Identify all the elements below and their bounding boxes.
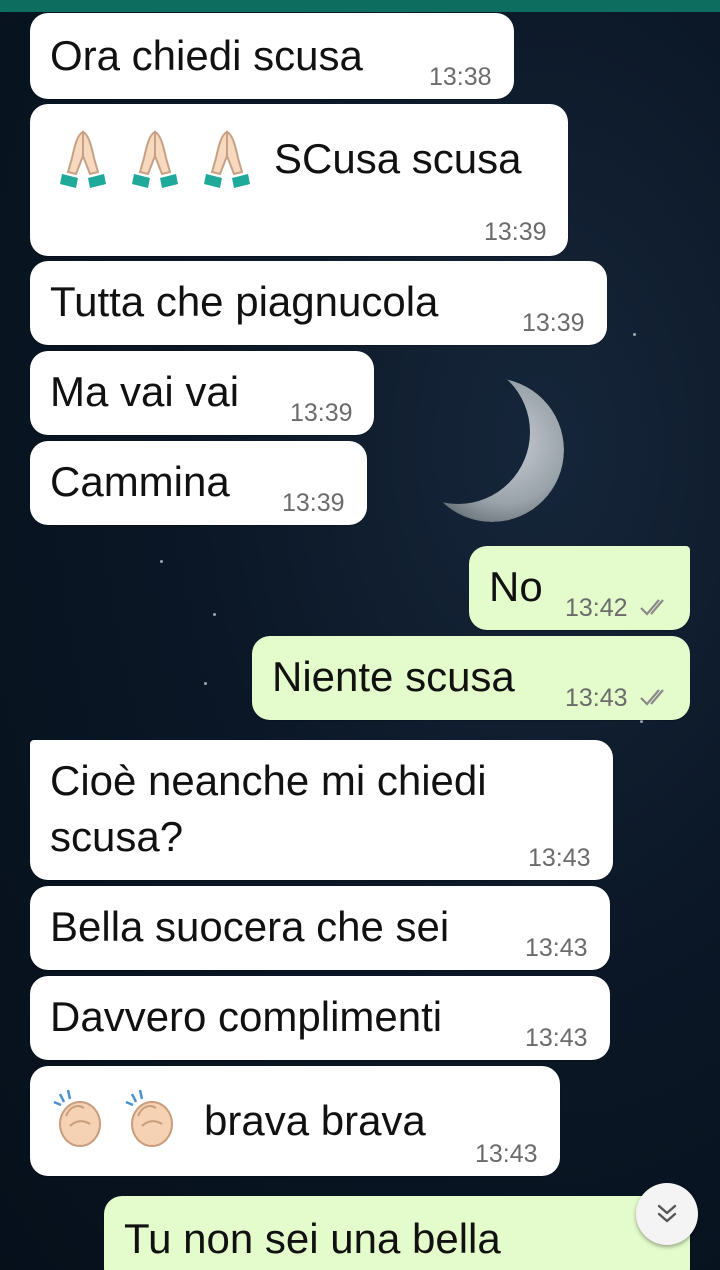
message-text: Cammina — [50, 458, 230, 505]
message-time: 13:43 — [475, 1140, 538, 1168]
message-text: Tu non sei una bella — [124, 1215, 501, 1262]
message-time: 13:39 — [290, 399, 353, 427]
incoming-message[interactable]: Davvero complimenti 13:43 — [30, 976, 610, 1060]
wallpaper-star — [160, 560, 163, 563]
message-text: Ora chiedi scusa — [50, 32, 363, 79]
wallpaper-star — [640, 720, 643, 723]
incoming-message[interactable]: Cioè neanche mi chiedi scusa? 13:43 — [30, 740, 613, 880]
message-text: No — [489, 563, 543, 610]
scroll-to-bottom-button[interactable] — [636, 1183, 698, 1245]
message-time: 13:39 — [282, 489, 345, 517]
incoming-message[interactable]: Ma vai vai 13:39 — [30, 351, 374, 435]
double-chevron-down-icon — [657, 1204, 677, 1223]
message-text: brava brava — [204, 1097, 426, 1144]
message-time: 13:43 — [565, 684, 628, 712]
clapping-hands-icon — [53, 1089, 101, 1147]
wallpaper-star — [213, 613, 216, 616]
incoming-message[interactable]: Ora chiedi scusa 13:38 — [30, 13, 514, 99]
outgoing-message[interactable]: Niente scusa 13:43 — [252, 636, 690, 720]
incoming-message[interactable]: brava brava 13:43 — [30, 1066, 560, 1176]
folded-hands-icon — [60, 130, 106, 188]
message-time: 13:39 — [484, 218, 547, 246]
outgoing-message[interactable]: No 13:42 — [469, 546, 690, 630]
outgoing-message[interactable]: Tu non sei una bella — [104, 1196, 690, 1270]
double-check-icon — [640, 599, 664, 616]
double-check-icon — [640, 689, 664, 706]
incoming-message[interactable]: Bella suocera che sei 13:43 — [30, 886, 610, 970]
incoming-message[interactable]: SCusa scusa 13:39 — [30, 104, 568, 256]
message-text: Bella suocera che sei — [50, 903, 450, 950]
message-text: Niente scusa — [272, 653, 515, 700]
incoming-message[interactable]: Tutta che piagnucola 13:39 — [30, 261, 607, 345]
message-text: SCusa scusa — [274, 135, 522, 182]
message-text-line-1: Cioè neanche mi chiedi — [50, 757, 487, 804]
wallpaper-star — [204, 682, 207, 685]
message-text: Ma vai vai — [50, 368, 240, 415]
incoming-message[interactable]: Cammina 13:39 — [30, 441, 367, 525]
message-time: 13:42 — [565, 594, 628, 622]
message-text: Davvero complimenti — [50, 993, 443, 1040]
clapping-hands-icon — [125, 1089, 173, 1147]
top-app-bar — [0, 0, 720, 12]
folded-hands-icon — [132, 130, 178, 188]
message-text-line-2: scusa? — [50, 813, 184, 860]
message-time: 13:43 — [528, 844, 591, 872]
message-time: 13:43 — [525, 1024, 588, 1052]
message-time: 13:43 — [525, 934, 588, 962]
wallpaper-star — [633, 333, 636, 336]
message-time: 13:39 — [522, 309, 585, 337]
message-text: Tutta che piagnucola — [50, 278, 439, 325]
crescent-moon-image — [432, 378, 564, 522]
message-time: 13:38 — [429, 63, 492, 91]
folded-hands-icon — [204, 130, 250, 188]
